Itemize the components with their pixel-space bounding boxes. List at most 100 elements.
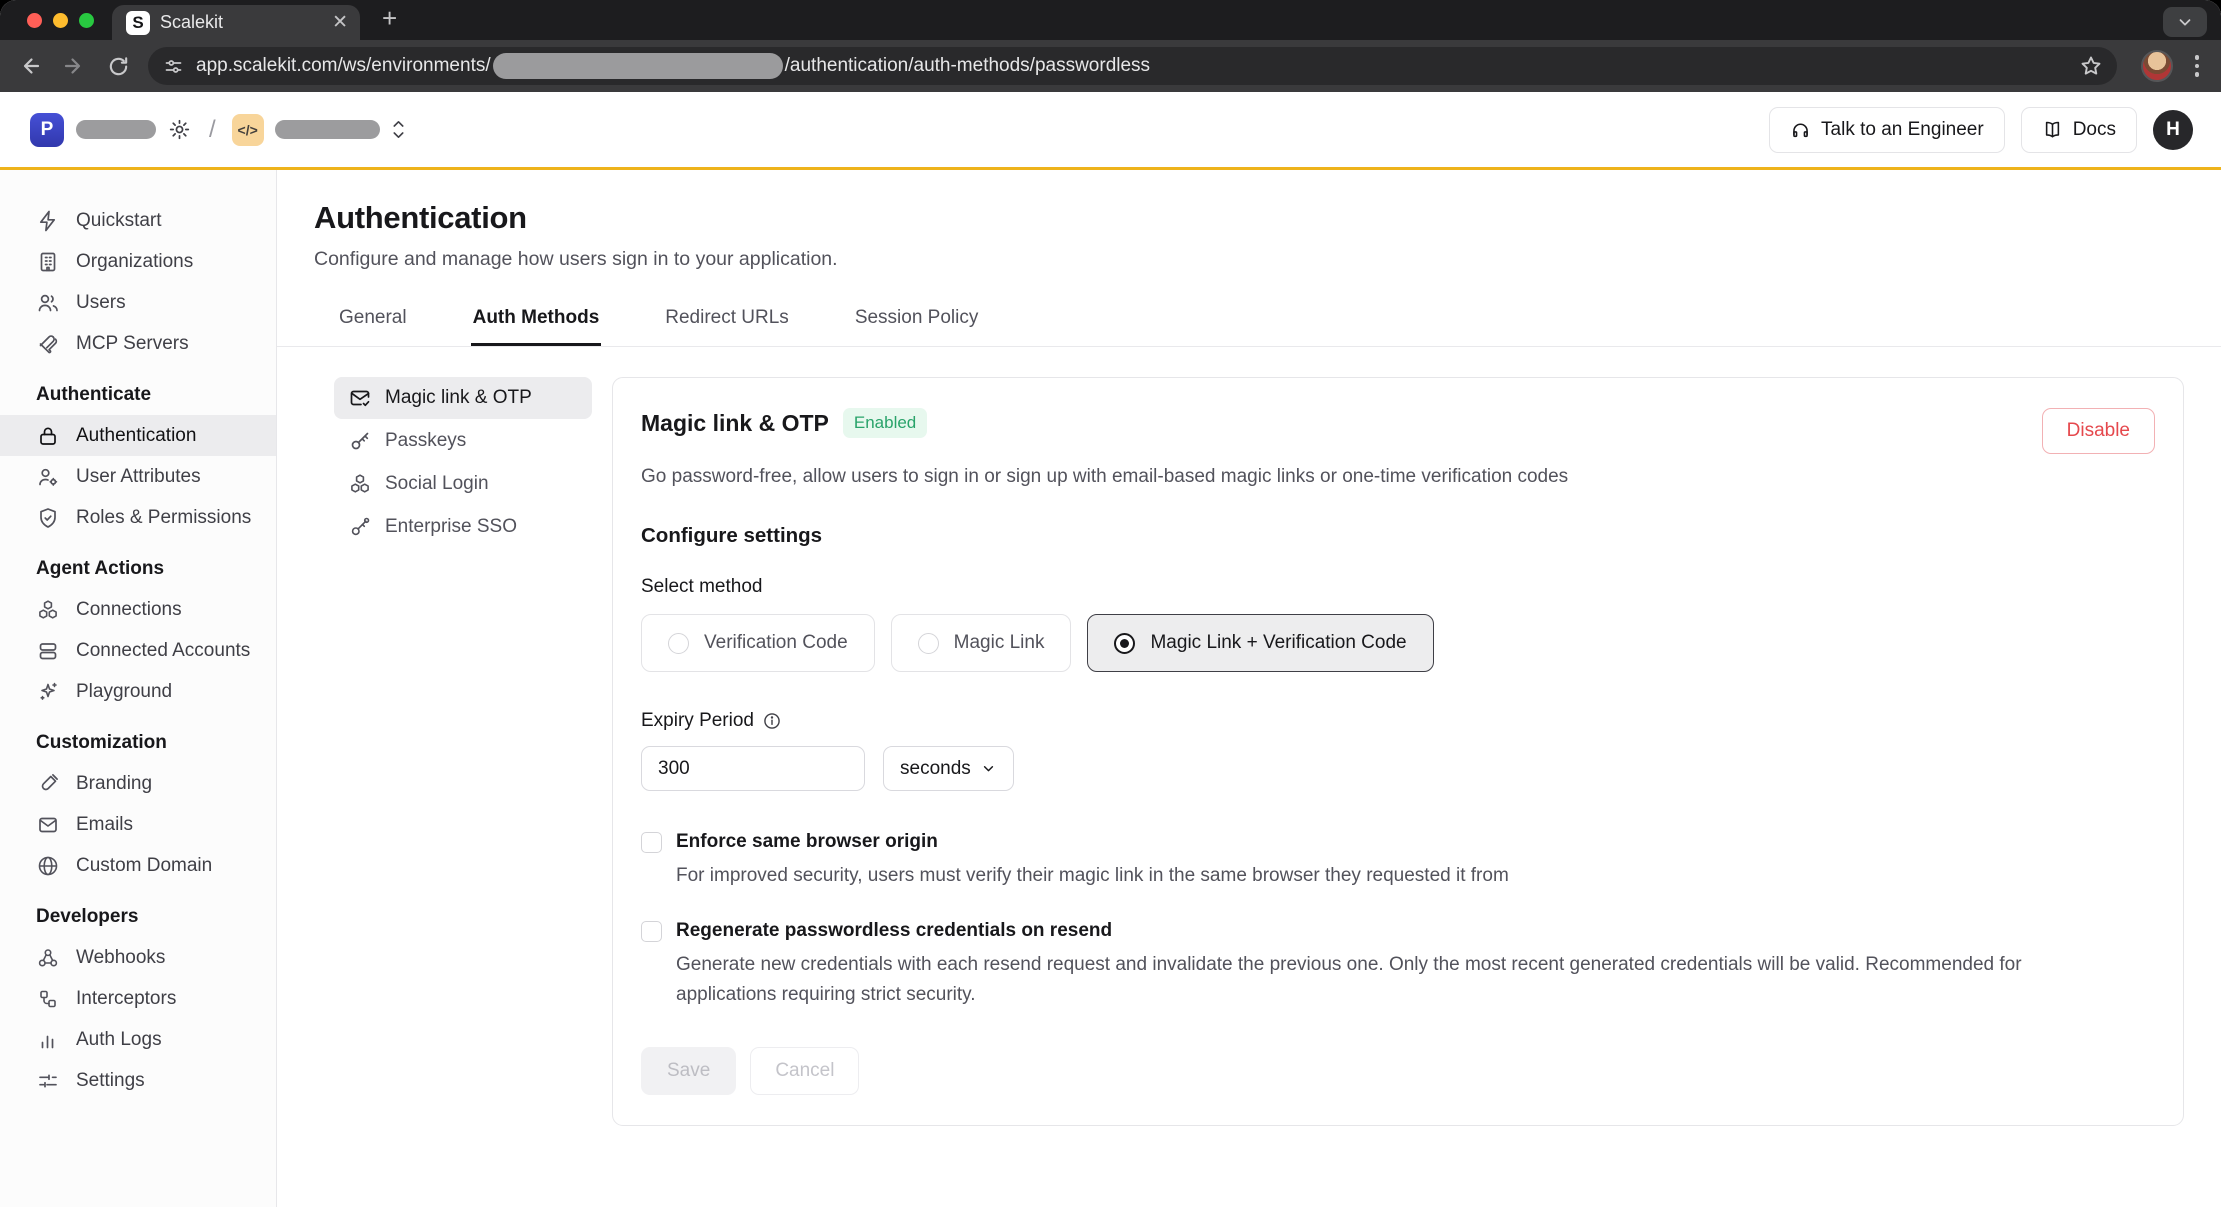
method-nav-label: Passkeys <box>385 430 466 452</box>
method-nav-passkeys[interactable]: Passkeys <box>334 420 592 462</box>
radio-verification-code[interactable]: Verification Code <box>641 614 875 672</box>
key-round-icon <box>348 515 372 539</box>
method-nav-magic-link-otp[interactable]: Magic link & OTP <box>334 377 592 419</box>
talk-to-engineer-label: Talk to an Engineer <box>1821 119 1984 141</box>
method-nav-enterprise-sso[interactable]: Enterprise SSO <box>334 506 592 548</box>
sidebar-item-mcp-servers[interactable]: MCP Servers <box>0 323 276 364</box>
method-nav-label: Enterprise SSO <box>385 516 517 538</box>
sidebar-item-auth-logs[interactable]: Auth Logs <box>0 1019 276 1060</box>
sidebar-item-webhooks[interactable]: Webhooks <box>0 937 276 978</box>
sidebar-item-label: Custom Domain <box>76 855 212 877</box>
cancel-button[interactable]: Cancel <box>750 1047 859 1095</box>
sidebar-item-organizations[interactable]: Organizations <box>0 241 276 282</box>
enforce-origin-checkbox[interactable] <box>641 832 662 853</box>
sidebar-item-roles-permissions[interactable]: Roles & Permissions <box>0 497 276 538</box>
sidebar-item-quickstart[interactable]: Quickstart <box>0 200 276 241</box>
regenerate-credentials-label: Regenerate passwordless credentials on r… <box>676 920 1112 942</box>
method-nav-label: Magic link & OTP <box>385 387 532 409</box>
sidebar-item-authentication[interactable]: Authentication <box>0 415 276 456</box>
sidebar-item-settings[interactable]: Settings <box>0 1060 276 1101</box>
browser-tab-strip: S Scalekit ✕ + <box>0 0 2221 40</box>
regenerate-credentials-description: Generate new credentials with each resen… <box>676 950 2121 1009</box>
radio-magic-link[interactable]: Magic Link <box>891 614 1072 672</box>
tab-general[interactable]: General <box>337 297 409 346</box>
zap-icon <box>36 209 60 233</box>
project-settings-button[interactable] <box>168 118 191 141</box>
sidebar-item-user-attributes[interactable]: User Attributes <box>0 456 276 497</box>
sidebar-item-label: Playground <box>76 681 172 703</box>
radio-label: Verification Code <box>704 632 848 654</box>
status-badge: Enabled <box>843 408 927 438</box>
docs-button[interactable]: Docs <box>2021 107 2137 153</box>
tab-redirect-urls[interactable]: Redirect URLs <box>663 297 791 346</box>
minimize-window-button[interactable] <box>53 13 68 28</box>
shield-check-icon <box>36 506 60 530</box>
tab-auth-methods[interactable]: Auth Methods <box>471 297 602 346</box>
site-settings-icon[interactable] <box>158 51 188 81</box>
panel-description: Go password-free, allow users to sign in… <box>641 466 2155 488</box>
disable-button[interactable]: Disable <box>2042 408 2155 454</box>
environment-switcher-button[interactable] <box>390 119 407 140</box>
tab-session-policy[interactable]: Session Policy <box>853 297 981 346</box>
configure-settings-heading: Configure settings <box>641 524 2155 548</box>
sidebar-item-connections[interactable]: Connections <box>0 589 276 630</box>
new-tab-button[interactable]: + <box>374 1 405 36</box>
bar-chart-icon <box>36 1028 60 1052</box>
auth-tabs: General Auth Methods Redirect URLs Sessi… <box>277 297 2221 347</box>
stacked-accounts-icon <box>36 639 60 663</box>
sidebar-item-users[interactable]: Users <box>0 282 276 323</box>
sidebar-item-label: Webhooks <box>76 947 165 969</box>
page-subtitle: Configure and manage how users sign in t… <box>314 248 2221 271</box>
tune-icon <box>163 56 184 77</box>
radio-selected-icon <box>1114 633 1135 654</box>
webhook-icon <box>36 946 60 970</box>
sidebar-section-agent-actions: Agent Actions <box>0 548 276 589</box>
url-suffix: /authentication/auth-methods/passwordles… <box>785 55 1150 77</box>
talk-to-engineer-button[interactable]: Talk to an Engineer <box>1769 107 2005 153</box>
sidebar-section-customization: Customization <box>0 722 276 763</box>
sidebar-item-custom-domain[interactable]: Custom Domain <box>0 845 276 886</box>
macos-traffic-lights <box>0 0 112 40</box>
sidebar-item-branding[interactable]: Branding <box>0 763 276 804</box>
browser-tab-scalekit[interactable]: S Scalekit ✕ <box>112 5 360 40</box>
users-icon <box>36 291 60 315</box>
info-icon[interactable] <box>762 711 782 731</box>
reload-button[interactable] <box>98 46 138 86</box>
browser-menu-button[interactable] <box>2187 55 2208 77</box>
bookmark-star-icon[interactable] <box>2079 54 2103 78</box>
tab-close-icon[interactable]: ✕ <box>332 13 348 32</box>
user-gear-icon <box>36 465 60 489</box>
tab-title: Scalekit <box>160 12 322 33</box>
project-logo[interactable]: P <box>30 113 64 147</box>
radio-magic-link-verification-code[interactable]: Magic Link + Verification Code <box>1087 614 1433 672</box>
tab-search-chevron-button[interactable] <box>2163 7 2207 37</box>
auth-method-nav: Magic link & OTP Passkeys Social Login E… <box>334 377 592 548</box>
back-button[interactable] <box>10 46 50 86</box>
user-avatar[interactable]: H <box>2153 110 2193 150</box>
close-window-button[interactable] <box>27 13 42 28</box>
sidebar-item-label: Users <box>76 292 126 314</box>
method-nav-social-login[interactable]: Social Login <box>334 463 592 505</box>
zoom-window-button[interactable] <box>79 13 94 28</box>
environment-badge[interactable]: </> <box>232 114 264 146</box>
redacted-project-name <box>76 120 156 139</box>
sidebar-item-connected-accounts[interactable]: Connected Accounts <box>0 630 276 671</box>
code-icon: </> <box>238 122 258 138</box>
building-icon <box>36 250 60 274</box>
browser-profile-avatar[interactable] <box>2141 50 2173 82</box>
sidebar-item-emails[interactable]: Emails <box>0 804 276 845</box>
url-text: app.scalekit.com/ws/environments//authen… <box>196 53 2079 79</box>
sidebar-item-playground[interactable]: Playground <box>0 671 276 712</box>
expiry-value-input[interactable] <box>641 746 865 791</box>
forward-button[interactable] <box>54 46 94 86</box>
sidebar-item-interceptors[interactable]: Interceptors <box>0 978 276 1019</box>
regenerate-credentials-checkbox[interactable] <box>641 921 662 942</box>
enforce-origin-description: For improved security, users must verify… <box>676 861 2121 890</box>
address-bar[interactable]: app.scalekit.com/ws/environments//authen… <box>148 47 2117 85</box>
save-button[interactable]: Save <box>641 1047 736 1095</box>
expiry-unit-select[interactable]: seconds <box>883 746 1014 791</box>
sidebar-item-label: User Attributes <box>76 466 201 488</box>
expiry-label-text: Expiry Period <box>641 710 754 732</box>
interceptors-icon <box>36 987 60 1011</box>
sidebar: Quickstart Organizations Users MCP Serve… <box>0 170 277 1207</box>
